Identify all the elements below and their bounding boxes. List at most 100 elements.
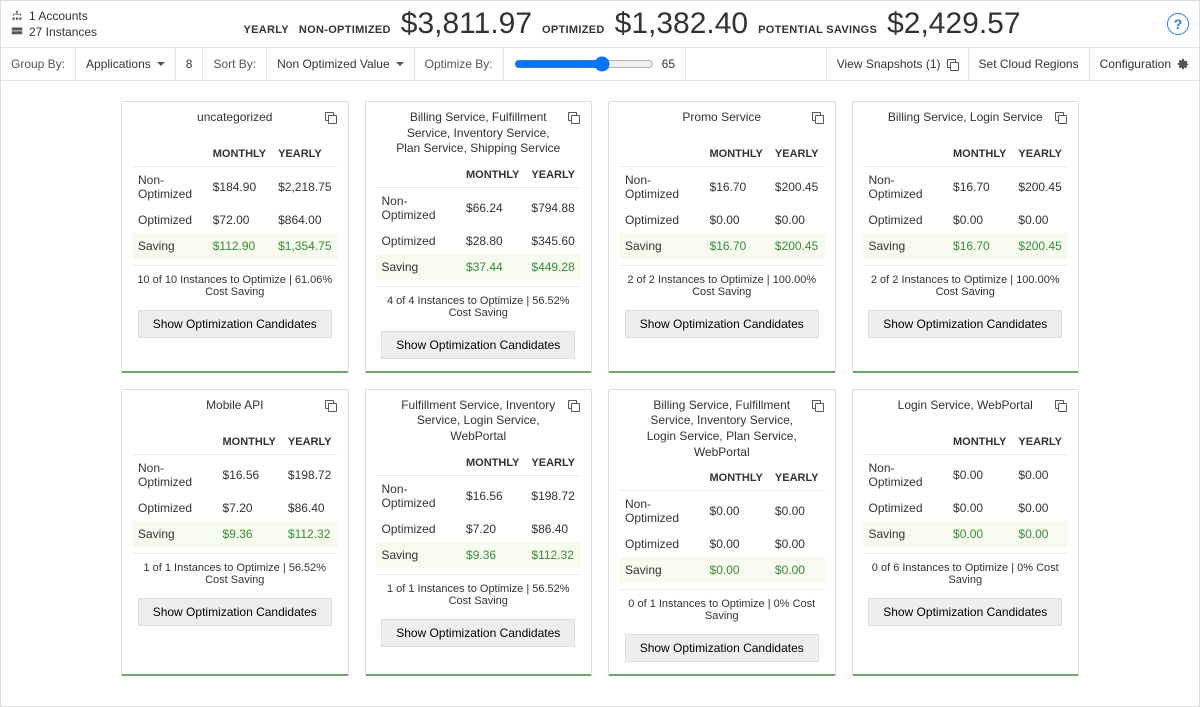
cell-value: $345.60 xyxy=(525,228,581,254)
cell-value: $198.72 xyxy=(282,454,338,495)
card-footer: 4 of 4 Instances to Optimize | 56.52% Co… xyxy=(376,286,582,319)
non-optimized-row: Non-Optimized $16.70 $200.45 xyxy=(863,167,1069,208)
cell-value: $16.70 xyxy=(947,233,1012,259)
row-label: Optimized xyxy=(376,516,461,542)
cell-value: $9.36 xyxy=(460,542,525,568)
help-button[interactable]: ? xyxy=(1167,13,1189,35)
set-regions-label: Set Cloud Regions xyxy=(979,57,1079,71)
card-footer: 2 of 2 Instances to Optimize | 100.00% C… xyxy=(619,265,825,298)
copy-icon[interactable] xyxy=(325,400,336,411)
optimize-by-slider-cell: 65 xyxy=(504,48,686,80)
yearly-label: YEARLY xyxy=(243,24,288,36)
card-footer: 10 of 10 Instances to Optimize | 61.06% … xyxy=(132,265,338,298)
configuration-label: Configuration xyxy=(1100,57,1171,71)
optimized-row: Optimized $0.00 $0.00 xyxy=(619,531,825,557)
table-header-row: MONTHLY YEARLY xyxy=(863,430,1069,455)
cell-value: $37.44 xyxy=(460,254,525,280)
copy-icon[interactable] xyxy=(568,400,579,411)
show-candidates-button[interactable]: Show Optimization Candidates xyxy=(868,310,1062,338)
cell-value: $16.56 xyxy=(217,454,282,495)
copy-icon[interactable] xyxy=(1055,112,1066,123)
cell-value: $0.00 xyxy=(1012,207,1068,233)
show-candidates-button[interactable]: Show Optimization Candidates xyxy=(625,310,819,338)
show-candidates-button[interactable]: Show Optimization Candidates xyxy=(381,331,575,359)
metrics-table: MONTHLY YEARLY Non-Optimized $0.00 $0.00… xyxy=(863,430,1069,547)
cell-value: $0.00 xyxy=(1012,521,1068,547)
optimized-value: $1,382.40 xyxy=(615,7,748,41)
set-regions-button[interactable]: Set Cloud Regions xyxy=(969,48,1090,80)
cell-value: $0.00 xyxy=(1012,454,1068,495)
row-label: Saving xyxy=(863,521,948,547)
cell-value: $28.80 xyxy=(460,228,525,254)
copy-icon[interactable] xyxy=(1055,400,1066,411)
cell-value: $184.90 xyxy=(207,167,272,208)
row-label: Optimized xyxy=(132,207,207,233)
cell-value: $0.00 xyxy=(947,495,1012,521)
cell-value: $66.24 xyxy=(460,187,525,228)
card-title: Fulfillment Service, Inventory Service, … xyxy=(376,398,582,445)
row-label: Optimized xyxy=(619,531,704,557)
group-count: 8 xyxy=(186,57,193,71)
table-header-row: MONTHLY YEARLY xyxy=(376,163,582,188)
show-candidates-button[interactable]: Show Optimization Candidates xyxy=(625,634,819,662)
row-label: Non-Optimized xyxy=(376,187,461,228)
optimized-row: Optimized $0.00 $0.00 xyxy=(863,495,1069,521)
show-candidates-button[interactable]: Show Optimization Candidates xyxy=(868,598,1062,626)
sort-by-value: Non Optimized Value xyxy=(277,57,390,71)
card-title: Mobile API xyxy=(186,398,283,414)
show-candidates-button[interactable]: Show Optimization Candidates xyxy=(381,619,575,647)
yearly-header: YEARLY xyxy=(1012,142,1068,167)
row-label: Saving xyxy=(132,521,217,547)
yearly-header: YEARLY xyxy=(769,466,825,491)
row-label: Optimized xyxy=(863,207,948,233)
copy-icon[interactable] xyxy=(812,112,823,123)
saving-row: Saving $0.00 $0.00 xyxy=(863,521,1069,547)
configuration-button[interactable]: Configuration xyxy=(1090,48,1199,80)
card-title: Promo Service xyxy=(662,110,781,126)
view-snapshots-button[interactable]: View Snapshots (1) xyxy=(826,48,969,80)
cell-value: $0.00 xyxy=(947,207,1012,233)
show-candidates-button[interactable]: Show Optimization Candidates xyxy=(138,310,332,338)
copy-icon[interactable] xyxy=(812,400,823,411)
saving-row: Saving $0.00 $0.00 xyxy=(619,557,825,583)
optimization-card: Fulfillment Service, Inventory Service, … xyxy=(365,389,593,676)
monthly-header: MONTHLY xyxy=(947,142,1012,167)
card-footer: 2 of 2 Instances to Optimize | 100.00% C… xyxy=(863,265,1069,298)
yearly-header: YEARLY xyxy=(1012,430,1068,455)
non-optimized-label: NON-OPTIMIZED xyxy=(299,24,391,36)
accounts-count: 1 Accounts xyxy=(11,9,97,23)
monthly-header: MONTHLY xyxy=(207,142,272,167)
card-title: Billing Service, Fulfillment Service, In… xyxy=(619,398,825,460)
cell-value: $1,354.75 xyxy=(272,233,337,259)
sort-by-dropdown[interactable]: Non Optimized Value xyxy=(267,48,415,80)
optimization-card: uncategorized MONTHLY YEARLY Non-Optimiz… xyxy=(121,101,349,373)
optimization-card: Billing Service, Login Service MONTHLY Y… xyxy=(852,101,1080,373)
row-label: Optimized xyxy=(132,495,217,521)
copy-icon[interactable] xyxy=(325,112,336,123)
cell-value: $0.00 xyxy=(704,557,769,583)
cell-value: $449.28 xyxy=(525,254,581,280)
group-by-dropdown[interactable]: Applications xyxy=(76,48,176,80)
metrics-table: MONTHLY YEARLY Non-Optimized $0.00 $0.00… xyxy=(619,466,825,583)
group-by-value: Applications xyxy=(86,57,151,71)
row-label: Saving xyxy=(376,542,461,568)
cell-value: $200.45 xyxy=(769,167,825,208)
header-metrics: YEARLY NON-OPTIMIZED $3,811.97 OPTIMIZED… xyxy=(243,7,1020,41)
monthly-header: MONTHLY xyxy=(704,142,769,167)
summary-header: 1 Accounts 27 Instances YEARLY NON-OPTIM… xyxy=(1,1,1199,48)
table-header-row: MONTHLY YEARLY xyxy=(619,466,825,491)
optimization-card: Login Service, WebPortal MONTHLY YEARLY … xyxy=(852,389,1080,676)
optimize-by-slider[interactable] xyxy=(514,56,654,72)
cell-value: $7.20 xyxy=(460,516,525,542)
metrics-table: MONTHLY YEARLY Non-Optimized $16.56 $198… xyxy=(132,430,338,547)
cell-value: $0.00 xyxy=(769,491,825,532)
yearly-header: YEARLY xyxy=(282,430,338,455)
copy-icon[interactable] xyxy=(568,112,579,123)
toolbar: Group By: Applications 8 Sort By: Non Op… xyxy=(1,48,1199,81)
optimized-row: Optimized $7.20 $86.40 xyxy=(132,495,338,521)
yearly-header: YEARLY xyxy=(272,142,337,167)
saving-row: Saving $9.36 $112.32 xyxy=(132,521,338,547)
row-label: Saving xyxy=(619,557,704,583)
show-candidates-button[interactable]: Show Optimization Candidates xyxy=(138,598,332,626)
table-header-row: MONTHLY YEARLY xyxy=(619,142,825,167)
